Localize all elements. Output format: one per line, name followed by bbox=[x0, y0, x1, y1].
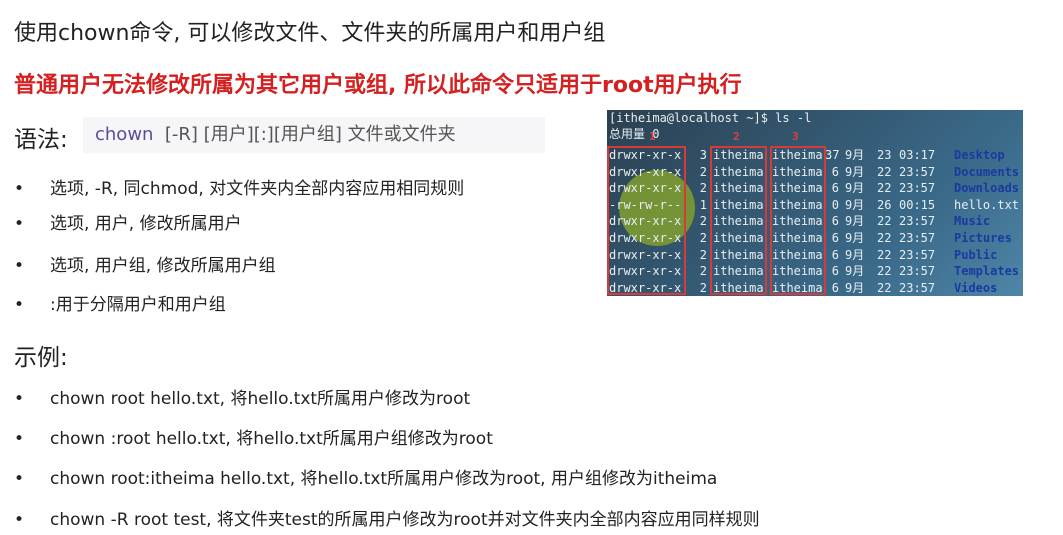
cell-time: 03:17 bbox=[899, 148, 936, 162]
examples-label: 示例: bbox=[14, 345, 68, 371]
cell-name: Videos bbox=[954, 280, 998, 295]
cell-day: 22 bbox=[877, 181, 892, 196]
cell-day: 23 bbox=[877, 148, 892, 162]
cell-month: 9月 bbox=[845, 247, 865, 262]
cell-size: 6 bbox=[831, 247, 839, 262]
bullet-icon: • bbox=[14, 179, 25, 199]
cell-name: Downloads bbox=[954, 181, 1020, 196]
example-text: chown :root hello.txt, 将hello.txt所属用户组修改… bbox=[50, 429, 493, 449]
list-item: • chown root:itheima hello.txt, 将hello.tx… bbox=[14, 464, 717, 489]
cell-time: 23:57 bbox=[899, 214, 936, 229]
cell-size: 6 bbox=[831, 264, 839, 279]
cell-time: 23:57 bbox=[899, 264, 936, 279]
box-label-2: 2 bbox=[733, 130, 740, 143]
cell-size: 6 bbox=[831, 181, 839, 196]
bullet-icon: • bbox=[14, 256, 25, 276]
cell-links: 2 bbox=[699, 214, 707, 229]
cell-time: 23:57 bbox=[899, 164, 936, 179]
cell-month: 9月 bbox=[845, 280, 865, 295]
cell-time: 23:57 bbox=[899, 280, 936, 295]
cell-name: Pictures bbox=[954, 231, 1012, 245]
cell-links: 2 bbox=[699, 264, 707, 279]
list-item: • 选项, 用户组, 修改所属用户组 bbox=[14, 251, 276, 276]
cell-time: 23:57 bbox=[899, 247, 936, 262]
cell-links: 2 bbox=[699, 280, 707, 295]
syntax-label: 语法: bbox=[14, 127, 68, 153]
cell-name: Music bbox=[954, 214, 991, 229]
syntax-code: chown [-R] [用户][:][用户组] 文件或文件夹 bbox=[83, 117, 545, 153]
warning-text: 普通用户无法修改所属为其它用户或组, 所以此命令只适用于root用户执行 bbox=[14, 73, 742, 98]
cell-name: Documents bbox=[954, 164, 1020, 179]
cell-links: 3 bbox=[699, 148, 707, 162]
bullet-icon: • bbox=[14, 214, 25, 234]
group-box bbox=[770, 146, 826, 295]
bullet-icon: • bbox=[14, 295, 25, 315]
cell-month: 9月 bbox=[845, 264, 865, 279]
cell-name: Desktop bbox=[954, 148, 1005, 162]
list-item: • 选项, -R, 同chmod, 对文件夹内全部内容应用相同规则 bbox=[14, 174, 464, 199]
cell-links: 1 bbox=[699, 197, 707, 212]
cell-month: 9月 bbox=[845, 164, 865, 179]
cell-month: 9月 bbox=[845, 214, 865, 229]
example-text: chown root hello.txt, 将hello.txt所属用户修改为r… bbox=[50, 389, 471, 409]
cell-name: Templates bbox=[954, 264, 1020, 279]
cell-month: 9月 bbox=[845, 148, 865, 162]
cell-size: 6 bbox=[831, 280, 839, 295]
cell-size: 6 bbox=[831, 231, 839, 245]
option-text: :用于分隔用户和用户组 bbox=[50, 295, 226, 315]
example-text: chown root:itheima hello.txt, 将hello.txt… bbox=[50, 469, 718, 489]
syntax-args: [-R] [用户][:][用户组] 文件或文件夹 bbox=[164, 124, 456, 145]
cell-day: 22 bbox=[877, 247, 892, 262]
list-item: • :用于分隔用户和用户组 bbox=[14, 290, 226, 315]
terminal-prompt: [itheima@localhost ~]$ ls -l bbox=[609, 111, 812, 125]
permission-box bbox=[607, 146, 686, 295]
option-text: 选项, 用户组, 修改所属用户组 bbox=[50, 256, 276, 276]
cell-size: 6 bbox=[831, 164, 839, 179]
cell-day: 22 bbox=[877, 231, 892, 245]
bullet-icon: • bbox=[14, 469, 25, 489]
cell-month: 9月 bbox=[845, 181, 865, 196]
option-text: 选项, -R, 同chmod, 对文件夹内全部内容应用相同规则 bbox=[50, 179, 465, 199]
cell-time: 23:57 bbox=[899, 181, 936, 196]
list-item: • chown :root hello.txt, 将hello.txt所属用户组修… bbox=[14, 424, 493, 449]
page-title: 使用chown命令, 可以修改文件、文件夹的所属用户和用户组 bbox=[14, 21, 606, 46]
cell-links: 2 bbox=[699, 181, 707, 196]
example-text: chown -R root test, 将文件夹test的所属用户修改为root… bbox=[50, 510, 760, 530]
terminal-screenshot: [itheima@localhost ~]$ ls -l 总用量 0 1 2 3… bbox=[607, 110, 1023, 296]
cell-name: Public bbox=[954, 247, 998, 262]
cell-day: 22 bbox=[877, 280, 892, 295]
bullet-icon: • bbox=[14, 510, 25, 530]
box-label-1: 1 bbox=[649, 130, 656, 143]
box-label-3: 3 bbox=[792, 130, 799, 143]
cell-name: hello.txt bbox=[954, 197, 1020, 212]
cell-time: 23:57 bbox=[899, 231, 936, 245]
cell-size: 0 bbox=[831, 197, 839, 212]
option-text: 选项, 用户, 修改所属用户 bbox=[50, 214, 242, 234]
cell-day: 22 bbox=[877, 264, 892, 279]
cell-links: 2 bbox=[699, 231, 707, 245]
list-item: • 选项, 用户, 修改所属用户 bbox=[14, 209, 242, 234]
user-box bbox=[710, 146, 767, 295]
bullet-icon: • bbox=[14, 429, 25, 449]
cell-month: 9月 bbox=[845, 231, 865, 245]
cell-day: 22 bbox=[877, 164, 892, 179]
bullet-icon: • bbox=[14, 389, 25, 409]
cell-links: 2 bbox=[699, 164, 707, 179]
cell-size: 37 bbox=[825, 148, 840, 162]
cell-time: 00:15 bbox=[899, 197, 936, 212]
syntax-command: chown bbox=[95, 124, 154, 145]
list-item: • chown root hello.txt, 将hello.txt所属用户修改为… bbox=[14, 384, 470, 409]
cell-links: 2 bbox=[699, 247, 707, 262]
cell-month: 9月 bbox=[845, 197, 865, 212]
cell-size: 6 bbox=[831, 214, 839, 229]
list-item: • chown -R root test, 将文件夹test的所属用户修改为roo… bbox=[14, 505, 760, 530]
cell-day: 22 bbox=[877, 214, 892, 229]
cell-day: 26 bbox=[877, 197, 892, 212]
